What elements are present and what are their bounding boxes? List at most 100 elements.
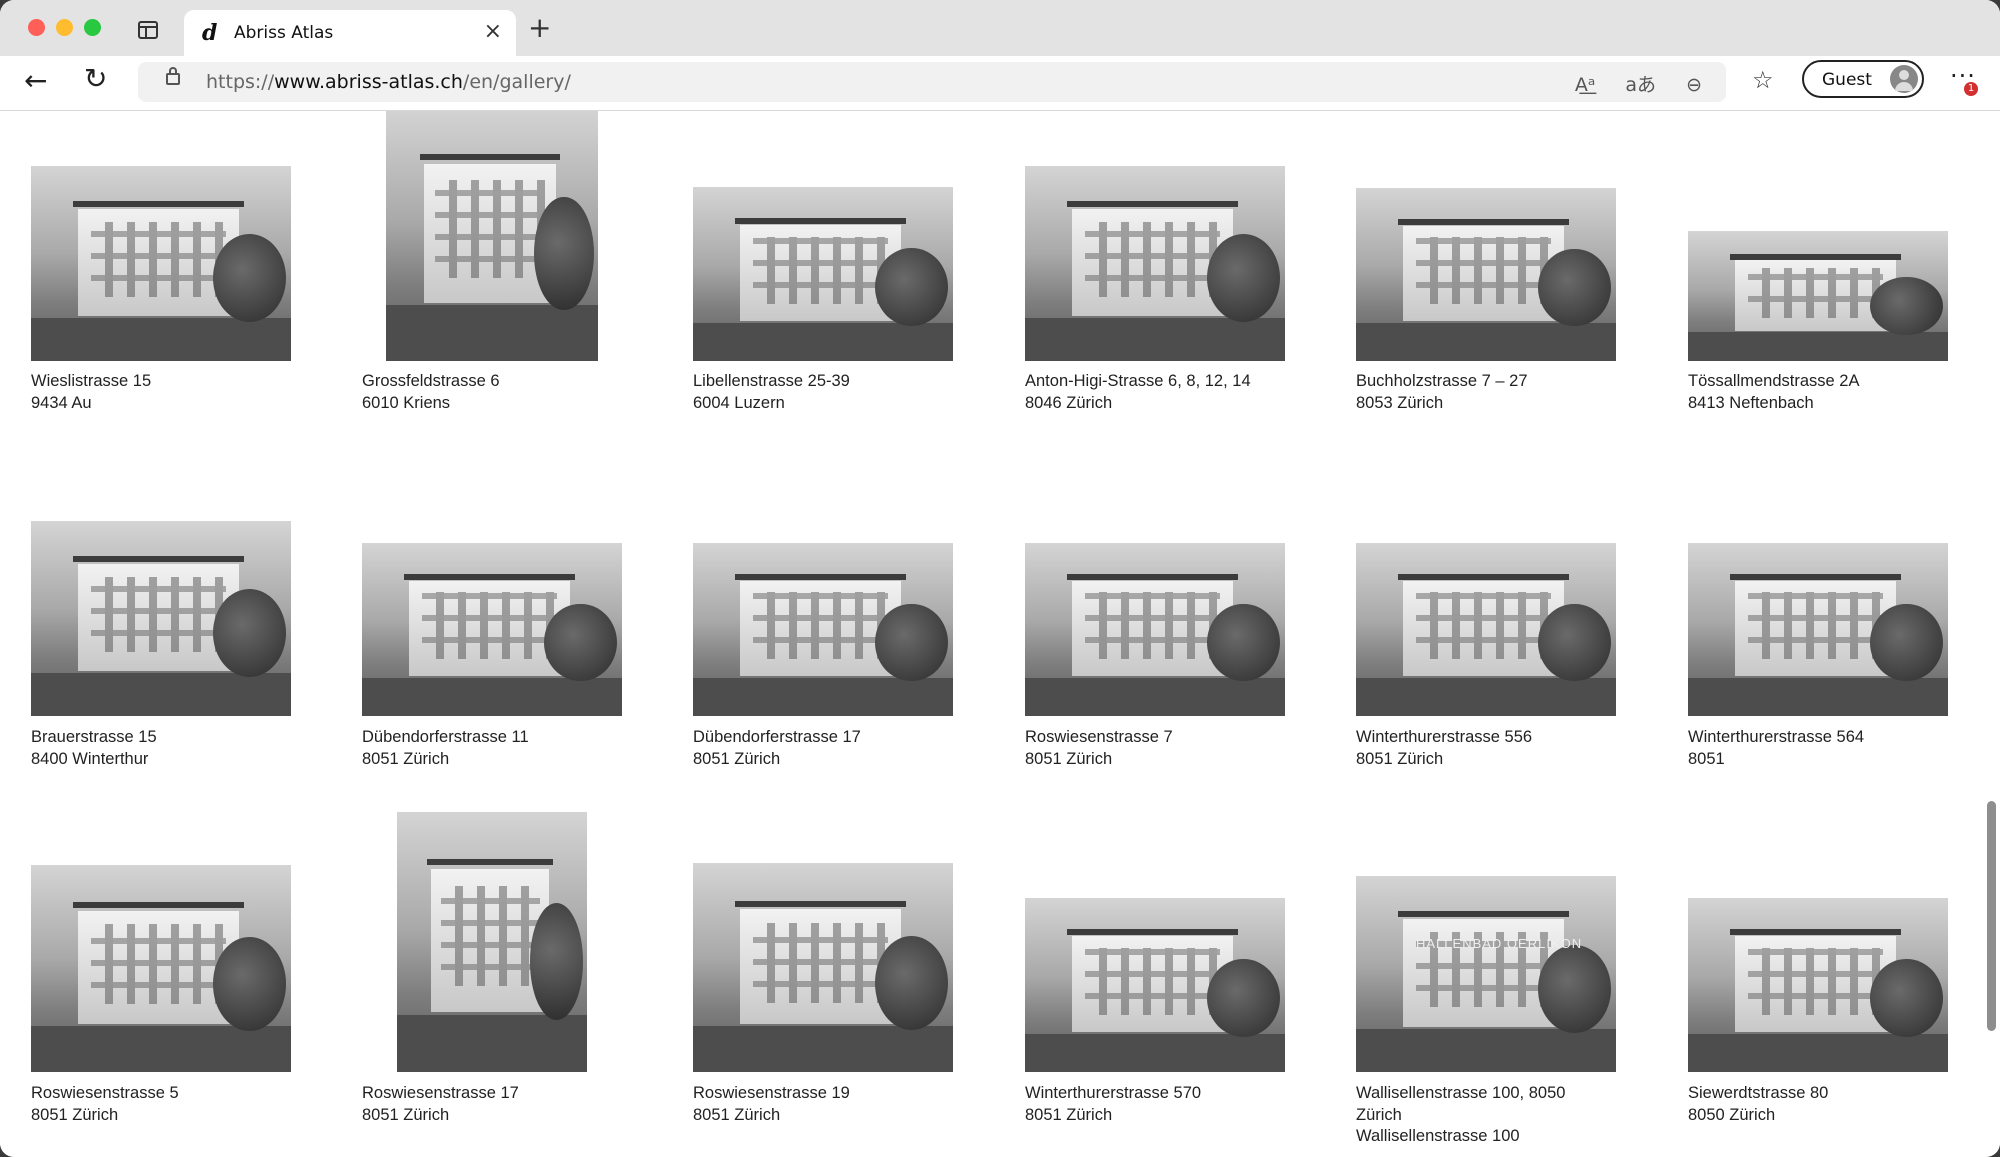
caption-city: 8051 Zürich <box>1356 749 1444 768</box>
gallery-caption[interactable]: Dübendorferstrasse 17 8051 Zürich <box>693 727 861 770</box>
tree-shape <box>1538 944 1611 1033</box>
sidebar-icon[interactable] <box>138 21 158 39</box>
ground-shape <box>693 1026 953 1072</box>
building-photo[interactable] <box>1688 231 1948 361</box>
gallery-caption[interactable]: Winterthurerstrasse 570 8051 Zürich <box>1025 1083 1201 1126</box>
caption-street: Dübendorferstrasse 11 <box>362 728 529 746</box>
caption-city: 8051 Zürich <box>1025 749 1113 768</box>
address-bar[interactable]: https://www.abriss-atlas.ch/en/gallery/ … <box>138 62 1726 102</box>
caption-city: 8051 Zürich <box>1025 1105 1113 1124</box>
windows-pattern <box>1747 268 1884 319</box>
url-path: /en/gallery/ <box>462 71 571 93</box>
caption-street: Buchholzstrasse 7 – 27 <box>1356 372 1528 390</box>
favicon-icon: d <box>202 20 218 46</box>
building-photo[interactable] <box>1688 898 1948 1072</box>
tree-shape <box>534 196 594 311</box>
scrollbar[interactable] <box>1987 801 1996 1031</box>
back-icon[interactable]: ← <box>24 64 47 97</box>
tree-shape <box>213 937 286 1031</box>
read-aloud-icon[interactable]: A͟ᵃ <box>1575 74 1595 96</box>
tree-shape <box>1207 234 1280 322</box>
building-photo[interactable] <box>1356 188 1616 361</box>
building-photo[interactable] <box>693 543 953 716</box>
gallery-caption[interactable]: Wieslistrasse 15 9434 Au <box>31 371 151 414</box>
roof-shape <box>734 900 907 907</box>
avatar-icon <box>1890 65 1918 93</box>
building-photo[interactable] <box>1356 543 1616 716</box>
building-photo[interactable] <box>1025 898 1285 1072</box>
caption-city: 9434 Au <box>31 393 92 412</box>
maximize-window-button[interactable] <box>84 19 101 36</box>
gallery-caption[interactable]: Wallisellenstrasse 100, 8050 Zürich Wallis… <box>1356 1083 1565 1148</box>
tree-shape <box>875 247 948 327</box>
building-photo[interactable] <box>386 111 598 361</box>
roof-shape <box>419 153 560 160</box>
gallery-caption[interactable]: Roswiesenstrasse 7 8051 Zürich <box>1025 727 1173 770</box>
profile-label: Guest <box>1822 70 1872 90</box>
close-window-button[interactable] <box>28 19 45 36</box>
windows-pattern <box>440 886 540 987</box>
gallery-caption[interactable]: Winterthurerstrasse 556 8051 Zürich <box>1356 727 1532 770</box>
building-photo[interactable] <box>1025 166 1285 361</box>
gallery-caption[interactable]: Libellenstrasse 25-39 6004 Luzern <box>693 371 850 414</box>
lock-icon[interactable] <box>166 67 180 85</box>
close-tab-icon[interactable]: × <box>484 19 502 44</box>
building-photo[interactable] <box>693 863 953 1072</box>
building-photo[interactable] <box>1025 543 1285 716</box>
windows-pattern <box>1415 237 1552 305</box>
building-photo[interactable] <box>693 187 953 361</box>
ground-shape <box>1025 1033 1285 1072</box>
caption-street: Roswiesenstrasse 5 <box>31 1084 179 1102</box>
roof-shape <box>1066 929 1239 936</box>
building-photo[interactable]: HALLENBAD OERLIKON <box>1356 876 1616 1072</box>
new-tab-icon[interactable]: + <box>528 14 551 42</box>
caption-city: 8400 Winterthur <box>31 749 149 768</box>
url-text[interactable]: https://www.abriss-atlas.ch/en/gallery/ <box>206 71 571 93</box>
gallery-caption[interactable]: Siewerdtstrasse 80 8050 Zürich <box>1688 1083 1828 1126</box>
gallery-caption[interactable]: Roswiesenstrasse 17 8051 Zürich <box>362 1083 519 1126</box>
gallery-caption[interactable]: Buchholzstrasse 7 – 27 8053 Zürich <box>1356 371 1528 414</box>
translate-icon[interactable]: aあ <box>1625 74 1656 96</box>
ground-shape <box>362 677 622 716</box>
ground-shape <box>1356 1028 1616 1072</box>
tab-abriss-atlas[interactable]: d Abriss Atlas × <box>184 10 516 56</box>
caption-extra: Wallisellenstrasse 100 <box>1356 1127 1520 1145</box>
building-photo[interactable] <box>1688 543 1948 716</box>
caption-street: Grossfeldstrasse 6 <box>362 372 500 390</box>
gallery-caption[interactable]: Roswiesenstrasse 5 8051 Zürich <box>31 1083 179 1126</box>
gallery-caption[interactable]: Anton-Higi-Strasse 6, 8, 12, 14 8046 Züri… <box>1025 371 1251 414</box>
windows-pattern <box>1747 592 1884 660</box>
windows-pattern <box>1084 947 1221 1015</box>
caption-city: 8050 Zürich <box>1688 1105 1776 1124</box>
roof-shape <box>72 556 245 563</box>
building-photo[interactable] <box>31 521 291 716</box>
gallery-caption[interactable]: Roswiesenstrasse 19 8051 Zürich <box>693 1083 850 1126</box>
minimize-window-button[interactable] <box>56 19 73 36</box>
zoom-out-icon[interactable]: ⊖ <box>1686 74 1702 96</box>
caption-city: 8051 Zürich <box>362 749 450 768</box>
hallenbad-sign: HALLENBAD OERLIKON <box>1416 936 1583 951</box>
caption-street: Wieslistrasse 15 <box>31 372 152 390</box>
profile-button[interactable]: Guest <box>1802 60 1924 98</box>
building-photo[interactable] <box>31 166 291 361</box>
gallery-caption[interactable]: Dübendorferstrasse 11 8051 Zürich <box>362 727 529 770</box>
favorites-icon[interactable]: ☆ <box>1752 66 1774 94</box>
gallery-caption[interactable]: Winterthurerstrasse 564 8051 <box>1688 727 1864 770</box>
gallery-caption[interactable]: Brauerstrasse 15 8400 Winterthur <box>31 727 157 770</box>
gallery-caption[interactable]: Grossfeldstrasse 6 6010 Kriens <box>362 371 500 414</box>
building-photo[interactable] <box>362 543 622 716</box>
windows-pattern <box>90 221 227 297</box>
caption-street: Anton-Higi-Strasse 6, 8, 12, 14 <box>1025 372 1251 390</box>
tree-shape <box>1870 958 1943 1038</box>
ground-shape <box>693 677 953 716</box>
caption-city: 8046 Zürich <box>1025 393 1113 412</box>
building-photo[interactable] <box>397 812 587 1072</box>
roof-shape <box>1397 219 1570 226</box>
tree-shape <box>1538 603 1611 682</box>
roof-shape <box>1397 574 1570 581</box>
roof-shape <box>72 902 245 909</box>
reload-icon[interactable]: ↻ <box>84 62 107 95</box>
ground-shape <box>1025 677 1285 716</box>
gallery-caption[interactable]: Tössallmendstrasse 2A 8413 Neftenbach <box>1688 371 1860 414</box>
building-photo[interactable] <box>31 865 291 1072</box>
